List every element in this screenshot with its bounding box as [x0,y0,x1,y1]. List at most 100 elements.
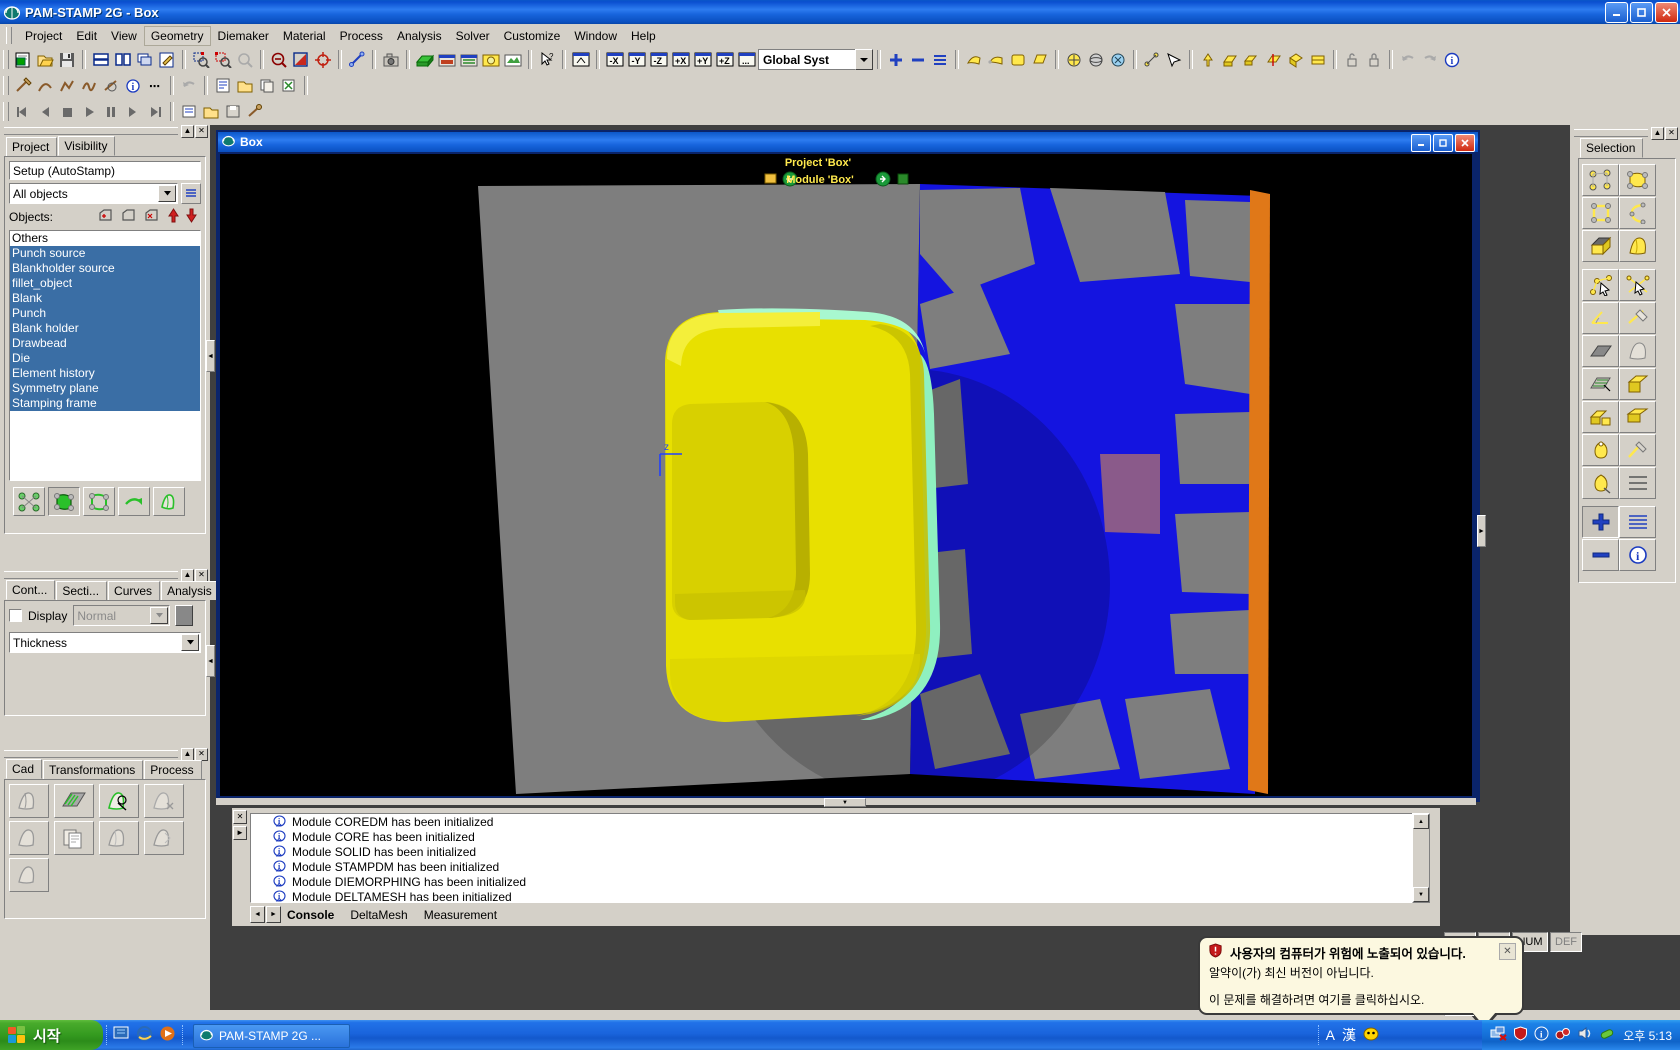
panel-collapse-icon[interactable]: ▲ [181,124,194,138]
pill-icon[interactable] [1599,1026,1615,1044]
delete-page-icon[interactable] [278,75,300,96]
tab-scroll-right-icon[interactable]: ► [266,906,281,923]
select-box2-button[interactable] [1619,368,1656,400]
ime-indicator[interactable]: A 漢 [1317,1020,1380,1050]
select-mesh-button[interactable] [1582,368,1619,400]
console-expand-icon[interactable]: ► [232,826,247,840]
cad-surface-button[interactable] [54,784,94,818]
view-minus-y-icon[interactable]: -Y [626,49,648,70]
chevron-down-icon[interactable] [181,634,199,651]
shade-texture-icon[interactable] [502,49,524,70]
surface-1-icon[interactable] [963,49,985,70]
tile-vertical-icon[interactable] [112,49,134,70]
console-output[interactable]: i Module COREDM has been initialized i Modu… [250,813,1424,903]
tile-horizontal-icon[interactable] [90,49,112,70]
panel-drag-grip[interactable] [1574,129,1648,137]
line-info-icon[interactable]: i [122,75,144,96]
select-cross-button[interactable] [1619,269,1656,301]
view-minus-z-icon[interactable]: -Z [648,49,670,70]
select-blank-button[interactable] [1582,434,1619,466]
shade-render-icon[interactable] [480,49,502,70]
security-notification[interactable]: 사용자의 컴퓨터가 위험에 노출되어 있습니다. ✕ 알약이(가) 최신 버전이… [1198,936,1524,1030]
move-down-icon[interactable] [186,208,197,226]
panel-collapse-icon[interactable]: ▲ [1651,126,1664,140]
info-balloon-icon[interactable]: i [1534,1026,1549,1044]
panel-close-icon[interactable]: ✕ [195,124,208,138]
object-list-item[interactable]: Element history [10,366,200,381]
line-spline-icon[interactable] [78,75,100,96]
toolbar-grip[interactable] [3,102,9,121]
select-add-button[interactable] [1582,506,1619,538]
tab-curves[interactable]: Curves [108,581,161,600]
mesh-sphere-icon[interactable] [1085,49,1107,70]
info-icon[interactable]: i [1441,49,1463,70]
mode-swap-button[interactable] [118,487,150,516]
panel-collapse-icon[interactable]: ▲ [181,568,194,582]
lock-open-icon[interactable] [1341,49,1363,70]
tab-sections[interactable]: Secti... [56,581,108,600]
toggle-object-icon[interactable] [144,208,159,226]
console-close-icon[interactable]: ✕ [232,810,247,824]
lock-closed-icon[interactable] [1363,49,1385,70]
annotate-icon[interactable] [156,49,178,70]
object-list-item[interactable]: Others [10,231,200,246]
close-button[interactable] [1655,2,1678,23]
menu-item-edit[interactable]: Edit [69,26,104,46]
skip-first-icon[interactable] [12,101,34,122]
cad-offset-button[interactable] [144,821,184,855]
view-more-icon[interactable]: ... [736,49,758,70]
taskbar-item-pamstamp[interactable]: PAM-STAMP 2G ... [193,1024,350,1048]
mesh-remesh-icon[interactable] [1107,49,1129,70]
menu-item-window[interactable]: Window [567,26,624,46]
tab-scroll-left-icon[interactable]: ◄ [250,906,265,923]
shade-solid-icon[interactable] [414,49,436,70]
panel-drag-grip[interactable] [4,750,178,758]
panel-collapse-icon[interactable]: ▲ [181,747,194,761]
toast-line2[interactable]: 이 문제를 해결하려면 여기를 클릭하십시오. [1200,981,1522,1008]
view-minus-x-icon[interactable]: -X [604,49,626,70]
anim-save-icon[interactable] [222,101,244,122]
clock[interactable]: 오후 5:13 [1623,1027,1672,1044]
copy-page-icon[interactable] [256,75,278,96]
menu-item-solver[interactable]: Solver [449,26,497,46]
cad-copy-button[interactable] [54,821,94,855]
select-erase-button[interactable] [1619,302,1656,334]
ime-hanja-label[interactable]: 漢 [1342,1025,1356,1045]
object-list-item[interactable]: fillet_object [10,276,200,291]
object-list-item[interactable]: Blankholder source [10,261,200,276]
coordinate-system-arrow-icon[interactable] [855,49,873,70]
save-icon[interactable] [56,49,78,70]
cad-select-button[interactable] [99,784,139,818]
tab-analysis[interactable]: Analysis [161,581,220,600]
left-splitter-collapse[interactable]: ◄ [206,340,215,372]
ime-extra-icon[interactable] [1363,1026,1380,1044]
select-surface-button[interactable] [1619,164,1656,196]
chevron-down-icon[interactable] [158,185,176,202]
menu-item-material[interactable]: Material [276,26,333,46]
move-up-icon[interactable] [168,208,179,226]
security-shield-icon[interactable] [1513,1026,1528,1044]
minimize-button[interactable] [1605,2,1628,23]
pointer-help-icon[interactable]: ? [536,49,558,70]
menu-item-project[interactable]: Project [18,26,69,46]
surface-3-icon[interactable] [1007,49,1029,70]
panel-close-icon[interactable]: ✕ [195,747,208,761]
menu-item-process[interactable]: Process [333,26,390,46]
select-sweep-button[interactable] [1619,230,1656,262]
contour-color-swatch[interactable] [175,605,194,626]
object-list-item[interactable]: Die [10,351,200,366]
left-splitter-collapse-2[interactable]: ◄ [206,645,215,677]
menu-grip[interactable] [6,27,12,44]
menu-item-customize[interactable]: Customize [497,26,568,46]
hide-object-icon[interactable] [121,208,136,226]
console-scroll-down-icon[interactable]: ▼ [1413,887,1429,902]
remove-node-icon[interactable] [907,49,929,70]
media-player-icon[interactable] [159,1025,176,1045]
toast-close-icon[interactable]: ✕ [1499,943,1516,960]
select-curve2-button[interactable] [1582,467,1619,499]
menu-item-geometry[interactable]: Geometry [143,25,211,46]
cascade-icon[interactable] [134,49,156,70]
center-target-icon[interactable] [312,49,334,70]
object-tree-toggle-icon[interactable] [181,183,201,204]
step-forward-icon[interactable] [122,101,144,122]
